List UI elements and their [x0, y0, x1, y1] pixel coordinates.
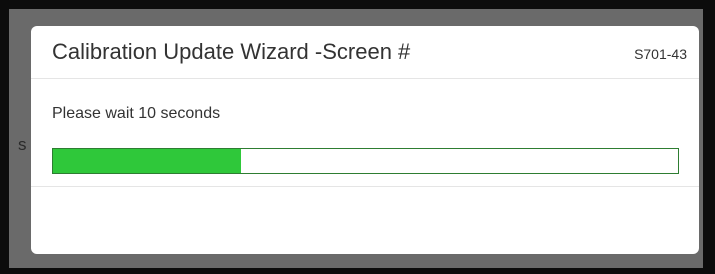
dialog-body: Please wait 10 seconds [31, 79, 699, 187]
wait-message: Please wait 10 seconds [52, 105, 221, 122]
progress-bar-fill [53, 149, 241, 173]
progress-bar [52, 148, 679, 174]
calibration-wizard-dialog: Calibration Update Wizard -Screen # S701… [31, 26, 699, 254]
dialog-header: Calibration Update Wizard -Screen # S701… [31, 26, 699, 79]
screen-code: S701-43 [634, 45, 687, 62]
background-text-fragment: s [18, 135, 27, 154]
dialog-title: Calibration Update Wizard -Screen # [52, 39, 411, 64]
screen-frame: s Calibration Update Wizard -Screen # S7… [0, 0, 715, 274]
